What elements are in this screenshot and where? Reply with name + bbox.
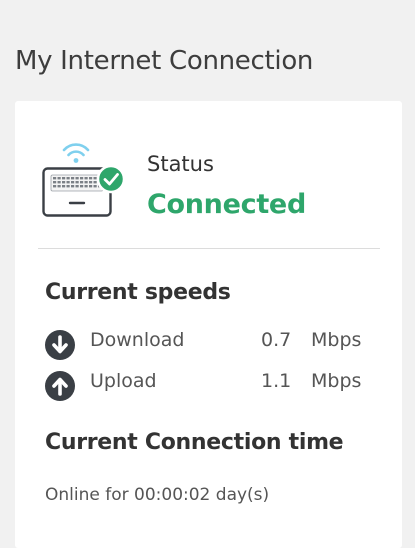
download-value: 0.7 <box>261 329 292 351</box>
upload-unit: Mbps <box>311 370 362 392</box>
download-unit: Mbps <box>311 329 362 351</box>
upload-label: Upload <box>90 370 157 392</box>
status-label: Status <box>147 152 214 176</box>
divider <box>38 248 380 249</box>
online-duration-text: Online for 00:00:02 day(s) <box>45 485 270 505</box>
status-value: Connected <box>147 189 306 220</box>
download-arrow-icon <box>45 330 75 360</box>
upload-arrow-icon <box>45 371 75 401</box>
download-label: Download <box>90 329 185 351</box>
upload-value: 1.1 <box>261 370 292 392</box>
connection-time-heading: Current Connection time <box>45 430 344 455</box>
page-title: My Internet Connection <box>15 46 314 76</box>
current-speeds-heading: Current speeds <box>45 280 231 305</box>
laptop-wifi-connected-icon <box>42 143 126 217</box>
